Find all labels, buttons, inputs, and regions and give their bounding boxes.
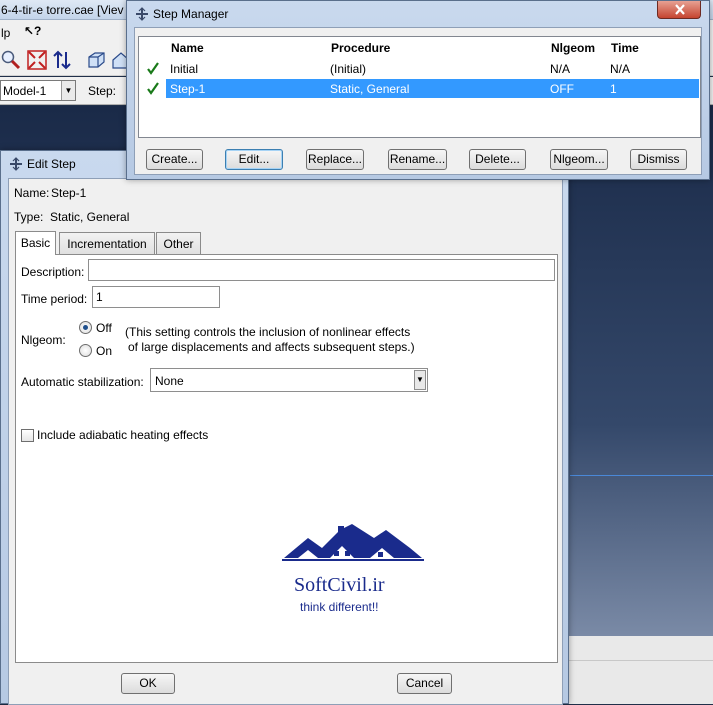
column-header-name[interactable]: Name (171, 41, 204, 55)
stabilization-select[interactable]: None ▼ (150, 368, 428, 392)
rename-button[interactable]: Rename... (388, 149, 447, 170)
nlgeom-button[interactable]: Nlgeom... (550, 149, 608, 170)
name-label: Name: (14, 186, 50, 200)
replace-button[interactable]: Replace... (306, 149, 364, 170)
time-period-input[interactable]: 1 (92, 286, 220, 308)
column-header-nlgeom[interactable]: Nlgeom (551, 41, 595, 55)
edit-step-dialog: Edit Step Name: Step-1 Type: Static, Gen… (0, 150, 569, 705)
stabilization-value: None (155, 374, 184, 388)
description-input[interactable] (88, 259, 555, 281)
type-value: Static, General (50, 210, 130, 224)
fit-view-icon[interactable] (26, 49, 48, 71)
softcivil-watermark: SoftCivil.ir think different!! (278, 520, 428, 620)
table-row[interactable]: Step-1 Static, General OFF 1 (140, 79, 699, 98)
zoom-icon[interactable] (0, 49, 22, 71)
cancel-button[interactable]: Cancel (397, 673, 452, 694)
abaqus-window-icon (136, 7, 148, 21)
row-name: Initial (170, 62, 199, 76)
create-button[interactable]: Create... (146, 149, 203, 170)
time-period-label: Time period: (21, 292, 88, 306)
watermark-slogan: think different!! (300, 600, 379, 614)
row-procedure: Static, General (330, 82, 410, 96)
viewport-guide-line (570, 475, 713, 476)
adiabatic-checkbox[interactable] (21, 429, 34, 442)
nlgeom-note-line2: of large displacements and affects subse… (128, 340, 415, 354)
step-manager-title: Step Manager (153, 7, 229, 21)
nlgeom-off-label[interactable]: Off (96, 321, 112, 335)
box-view-icon[interactable] (85, 49, 107, 71)
row-nlgeom: OFF (550, 82, 574, 96)
close-button[interactable] (657, 1, 701, 19)
adiabatic-label[interactable]: Include adiabatic heating effects (37, 428, 208, 442)
row-cells[interactable]: Initial (Initial) N/A N/A (166, 59, 699, 78)
nlgeom-label: Nlgeom: (21, 333, 66, 347)
nlgeom-on-radio[interactable] (79, 344, 92, 357)
edit-step-title: Edit Step (27, 157, 76, 171)
edit-button[interactable]: Edit... (225, 149, 283, 170)
house-roofs-logo (282, 524, 424, 561)
nlgeom-off-radio[interactable] (79, 321, 92, 334)
swap-arrows-icon[interactable] (51, 49, 73, 71)
abaqus-window-icon (10, 157, 22, 171)
step-manager-dialog: Step Manager Name Procedure Nlgeom Time … (126, 0, 710, 180)
stabilization-label: Automatic stabilization: (21, 375, 144, 389)
ok-button[interactable]: OK (121, 673, 175, 694)
description-label: Description: (21, 265, 85, 279)
nlgeom-on-label[interactable]: On (96, 344, 112, 358)
chevron-down-icon[interactable]: ▼ (414, 370, 426, 390)
model-select-value: Model-1 (3, 84, 47, 98)
watermark-brand: SoftCivil.ir (294, 574, 385, 596)
menu-help[interactable]: lp (1, 26, 10, 40)
table-row[interactable]: Initial (Initial) N/A N/A (140, 59, 699, 78)
row-nlgeom: N/A (550, 62, 571, 76)
edit-step-body: Name: Step-1 Type: Static, General Basic… (8, 178, 563, 705)
dismiss-button[interactable]: Dismiss (630, 149, 687, 170)
check-icon (147, 62, 159, 75)
time-period-value: 1 (96, 290, 103, 304)
name-value: Step-1 (51, 186, 87, 200)
close-icon (675, 4, 685, 15)
tab-other[interactable]: Other (156, 232, 201, 254)
row-time: 1 (610, 82, 617, 96)
app-title: 6-4-tir-e torre.cae [Viev (1, 3, 124, 17)
tab-basic[interactable]: Basic (15, 231, 56, 255)
tab-incrementation[interactable]: Incrementation (59, 232, 155, 254)
message-divider (560, 660, 713, 661)
row-procedure: (Initial) (330, 62, 367, 76)
row-time: N/A (610, 62, 631, 76)
step-manager-body: Name Procedure Nlgeom Time Initial (Init… (134, 27, 702, 175)
row-name: Step-1 (170, 82, 206, 96)
steps-table: Name Procedure Nlgeom Time Initial (Init… (138, 36, 701, 138)
check-icon (147, 82, 159, 95)
type-label: Type: (14, 210, 44, 224)
nlgeom-note-line1: (This setting controls the inclusion of … (125, 325, 411, 339)
column-header-time[interactable]: Time (611, 41, 639, 55)
model-select[interactable]: Model-1 ▼ (0, 80, 76, 101)
whats-this-icon[interactable]: ↖? (24, 24, 41, 38)
delete-button[interactable]: Delete... (469, 149, 526, 170)
chevron-down-icon[interactable]: ▼ (61, 81, 75, 100)
column-header-procedure[interactable]: Procedure (331, 41, 390, 55)
step-select-label: Step: (88, 84, 117, 98)
row-cells[interactable]: Step-1 Static, General OFF 1 (166, 79, 699, 98)
basic-tab-panel: Description: Time period: 1 Nlgeom: Off … (15, 254, 558, 663)
